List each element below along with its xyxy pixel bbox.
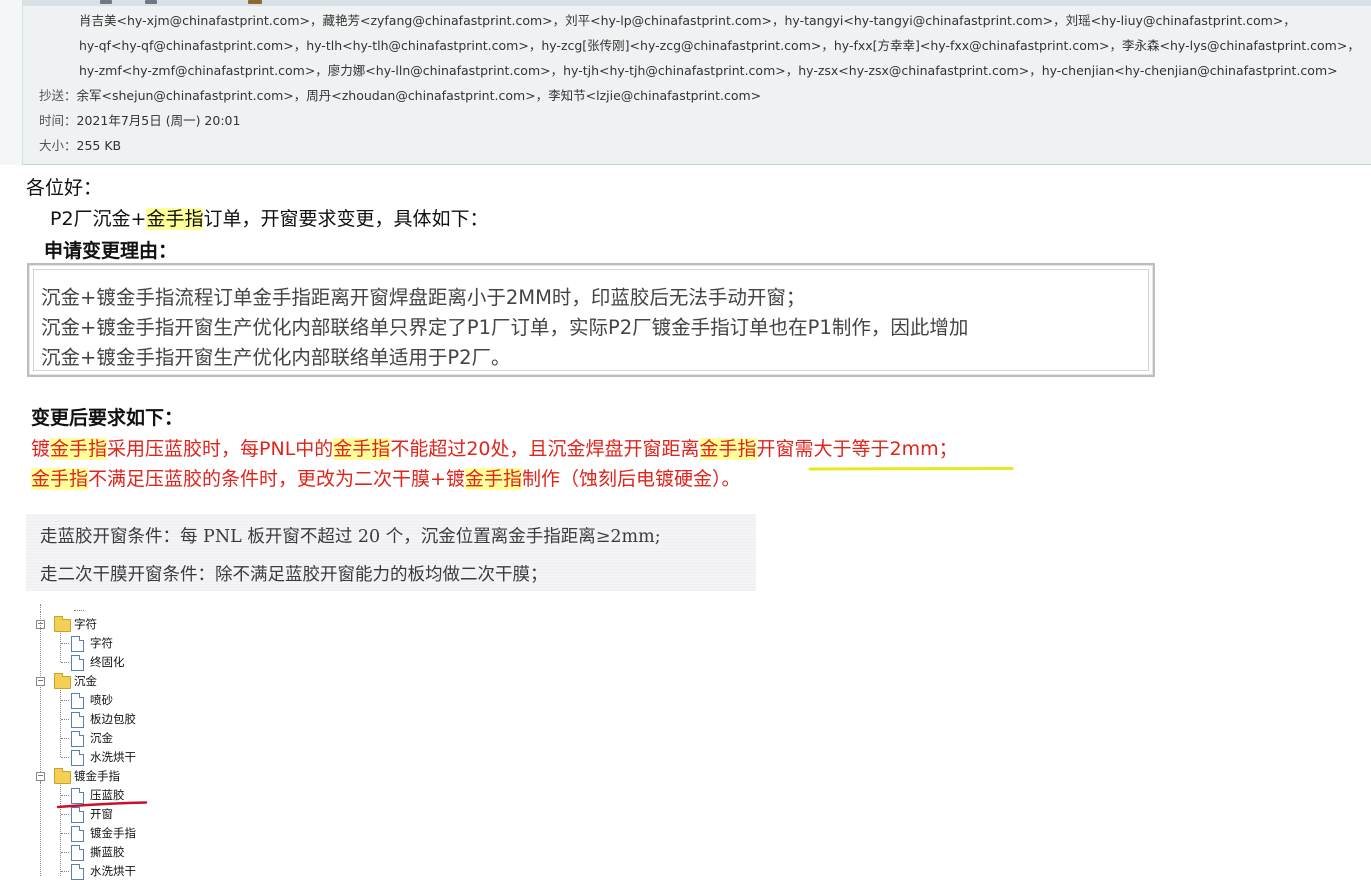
- collapse-minus-icon[interactable]: −: [36, 772, 45, 781]
- size-row: 大小：255 KB: [39, 137, 121, 155]
- tree-folder[interactable]: − 沉金: [30, 672, 230, 690]
- cc-row: 抄送：余军<shejun@chinafastprint.com>，周丹<zhou…: [39, 87, 761, 105]
- tree-item-label: 终固化: [90, 655, 125, 669]
- recipient-line[interactable]: hy-qf<hy-qf@chinafastprint.com>，hy-tlh<h…: [79, 37, 1360, 55]
- cc-label: 抄送：: [39, 88, 77, 103]
- tree-item-label: 字符: [90, 636, 113, 650]
- requirements-title: 变更后要求如下：: [31, 407, 184, 429]
- req-text: 制作（蚀刻后电镀硬金）。: [521, 468, 741, 490]
- yellow-underline-annotation: [808, 467, 1014, 471]
- document-icon: [71, 731, 84, 747]
- intro-text: 订单，开窗要求变更，具体如下：: [203, 208, 489, 230]
- folder-icon: [54, 673, 71, 689]
- highlight: 金手指: [699, 438, 757, 460]
- tree-folder-label: 镀金手指: [74, 769, 120, 783]
- req-text: 不满足压蓝胶的条件时，更改为二次干膜+镀: [88, 468, 465, 490]
- document-icon: [71, 845, 84, 861]
- highlight: 金手指: [146, 208, 204, 230]
- greeting: 各位好：: [26, 177, 103, 199]
- req-text: 采用压蓝胶时，每PNL中的: [107, 438, 334, 460]
- tree-item-label: 水洗烘干: [90, 750, 136, 764]
- intro-line: P2厂沉金+金手指订单，开窗要求变更，具体如下：: [50, 204, 489, 231]
- req-text: 镀: [31, 438, 51, 460]
- time-label: 时间：: [39, 113, 77, 128]
- tree-item-label: 板边包胶: [90, 712, 136, 726]
- document-icon: [71, 655, 84, 671]
- size-value: 255 KB: [76, 138, 122, 153]
- tree-folder-label: 字符: [74, 617, 97, 631]
- scanned-conditions-image: 走蓝胶开窗条件：每 PNL 板开窗不超过 20 个，沉金位置离金手指距离≥2mm…: [26, 514, 756, 591]
- process-tree: − 字符 字符 终固化 − 沉金 喷砂 板边包胶 沉金 水洗烘干 − 镀金手指 …: [30, 604, 330, 880]
- highlight: 金手指: [333, 438, 391, 460]
- tree-folder[interactable]: − 镀金手指: [30, 767, 230, 785]
- cc-value[interactable]: 余军<shejun@chinafastprint.com>，周丹<zhoudan…: [77, 88, 762, 103]
- highlight: 金手指: [464, 468, 522, 490]
- document-icon: [71, 826, 84, 842]
- collapse-minus-icon[interactable]: −: [36, 677, 45, 686]
- scan-line: 走蓝胶开窗条件：每 PNL 板开窗不超过 20 个，沉金位置离金手指距离≥2mm…: [40, 527, 661, 547]
- intro-text: P2厂沉金+: [50, 208, 147, 230]
- recipient-line[interactable]: 肖吉美<hy-xjm@chinafastprint.com>，藏艳芳<zyfan…: [79, 12, 1296, 30]
- tree-item-label: 镀金手指: [90, 826, 136, 840]
- req-text: 不能超过20处，且沉金焊盘开窗距离: [390, 438, 700, 460]
- tree-item-label: 沉金: [90, 731, 113, 745]
- time-row: 时间：2021年7月5日 (周一) 20:01: [39, 112, 240, 130]
- req-text: 开窗需大于等于2mm；: [756, 438, 958, 460]
- tree-item-label: 喷砂: [90, 693, 113, 707]
- reason-image-box: 沉金+镀金手指流程订单金手指距离开窗焊盘距离小于2MM时，印蓝胶后无法手动开窗；…: [27, 263, 1155, 377]
- folder-icon: [54, 616, 71, 632]
- tree-folder[interactable]: − 字符: [30, 611, 230, 633]
- size-label: 大小：: [39, 138, 77, 153]
- recipient-line[interactable]: hy-zmf<hy-zmf@chinafastprint.com>，廖力娜<hy…: [79, 62, 1338, 80]
- reason-line: 沉金+镀金手指开窗生产优化内部联络单适用于P2厂。: [41, 346, 511, 369]
- mail-header: 肖吉美<hy-xjm@chinafastprint.com>，藏艳芳<zyfan…: [23, 6, 1371, 165]
- toolbar-icon[interactable]: [248, 0, 262, 4]
- tree-item-label: 撕蓝胶: [90, 845, 125, 859]
- document-icon: [71, 712, 84, 728]
- requirement-line-2: 金手指不满足压蓝胶的条件时，更改为二次干膜+镀金手指制作（蚀刻后电镀硬金）。: [31, 464, 740, 491]
- tree-item-label: 水洗烘干: [90, 864, 136, 878]
- left-pane-edge: [0, 0, 23, 165]
- highlight: 金手指: [31, 468, 89, 490]
- requirement-line-1: 镀金手指采用压蓝胶时，每PNL中的金手指不能超过20处，且沉金焊盘开窗距离金手指…: [31, 434, 958, 461]
- folder-icon: [54, 768, 71, 784]
- tree-folder-label: 沉金: [74, 674, 97, 688]
- document-icon: [71, 636, 84, 652]
- scan-line: 走二次干膜开窗条件：除不满足蓝胶开窗能力的板均做二次干膜；: [40, 565, 548, 585]
- document-icon: [71, 807, 84, 823]
- reason-line: 沉金+镀金手指流程订单金手指距离开窗焊盘距离小于2MM时，印蓝胶后无法手动开窗；: [41, 286, 806, 309]
- document-icon: [71, 693, 84, 709]
- red-underline-annotation: [56, 801, 148, 809]
- reason-line: 沉金+镀金手指开窗生产优化内部联络单只界定了P1厂订单，实际P2厂镀金手指订单也…: [41, 316, 969, 339]
- reason-title: 申请变更理由：: [44, 240, 178, 262]
- toolbar-icon[interactable]: [100, 0, 112, 4]
- document-icon: [71, 750, 84, 766]
- time-value: 2021年7月5日 (周一) 20:01: [76, 113, 241, 128]
- highlight: 金手指: [50, 438, 108, 460]
- document-icon: [71, 864, 84, 880]
- toolbar-icon[interactable]: [145, 0, 157, 4]
